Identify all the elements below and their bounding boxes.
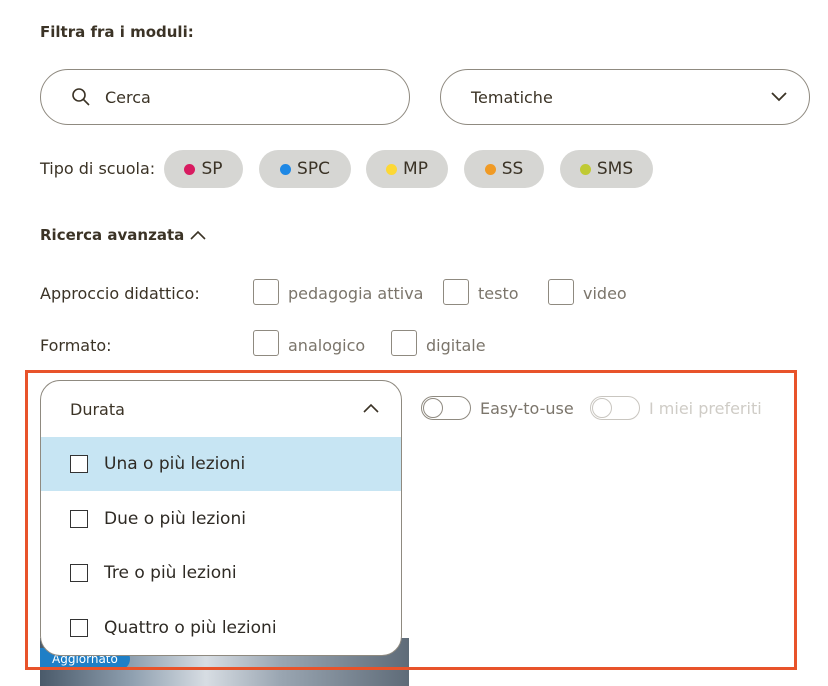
chip-label: SP	[201, 159, 223, 179]
chip-sp[interactable]: SP	[164, 150, 243, 188]
checkbox-label: pedagogia attiva	[288, 284, 424, 303]
highlight-frame	[25, 370, 797, 670]
checkbox-label: video	[583, 284, 627, 303]
search-placeholder: Cerca	[105, 87, 151, 107]
spc-dot	[280, 163, 292, 175]
checkbox-text[interactable]	[443, 279, 469, 305]
chip-label: SPC	[297, 159, 330, 179]
approach-label: Approccio didattico:	[40, 284, 200, 303]
chevron-up-icon	[190, 230, 206, 240]
ss-dot	[484, 163, 496, 175]
filter-heading: Filtra fra i moduli:	[40, 23, 194, 41]
advanced-search-toggle[interactable]: Ricerca avanzata	[40, 226, 206, 244]
chip-ss[interactable]: SS	[464, 150, 544, 188]
chip-spc[interactable]: SPC	[259, 150, 351, 188]
checkbox-digital[interactable]	[391, 330, 417, 356]
checkbox-active-pedagogy[interactable]	[253, 279, 279, 305]
checkbox-label: testo	[478, 284, 519, 303]
school-type-label: Tipo di scuola:	[40, 159, 156, 178]
sp-dot	[184, 163, 196, 175]
sms-dot	[579, 163, 591, 175]
chip-label: MP	[403, 159, 428, 179]
checkbox-video[interactable]	[548, 279, 574, 305]
checkbox-label: analogico	[288, 336, 366, 355]
themes-select[interactable]: Tematiche	[440, 69, 810, 125]
chip-label: SS	[501, 159, 524, 179]
checkbox-label: digitale	[426, 336, 486, 355]
themes-value: Tematiche	[471, 87, 553, 107]
advanced-search-label: Ricerca avanzata	[40, 226, 185, 244]
format-label: Formato:	[40, 336, 112, 355]
mp-dot	[386, 163, 398, 175]
chip-sms[interactable]: SMS	[560, 150, 653, 188]
search-input[interactable]: Cerca	[40, 69, 410, 125]
search-icon	[71, 87, 91, 107]
chevron-down-icon	[771, 92, 787, 102]
chip-label: SMS	[596, 159, 634, 179]
chip-mp[interactable]: MP	[366, 150, 448, 188]
checkbox-analog[interactable]	[253, 330, 279, 356]
